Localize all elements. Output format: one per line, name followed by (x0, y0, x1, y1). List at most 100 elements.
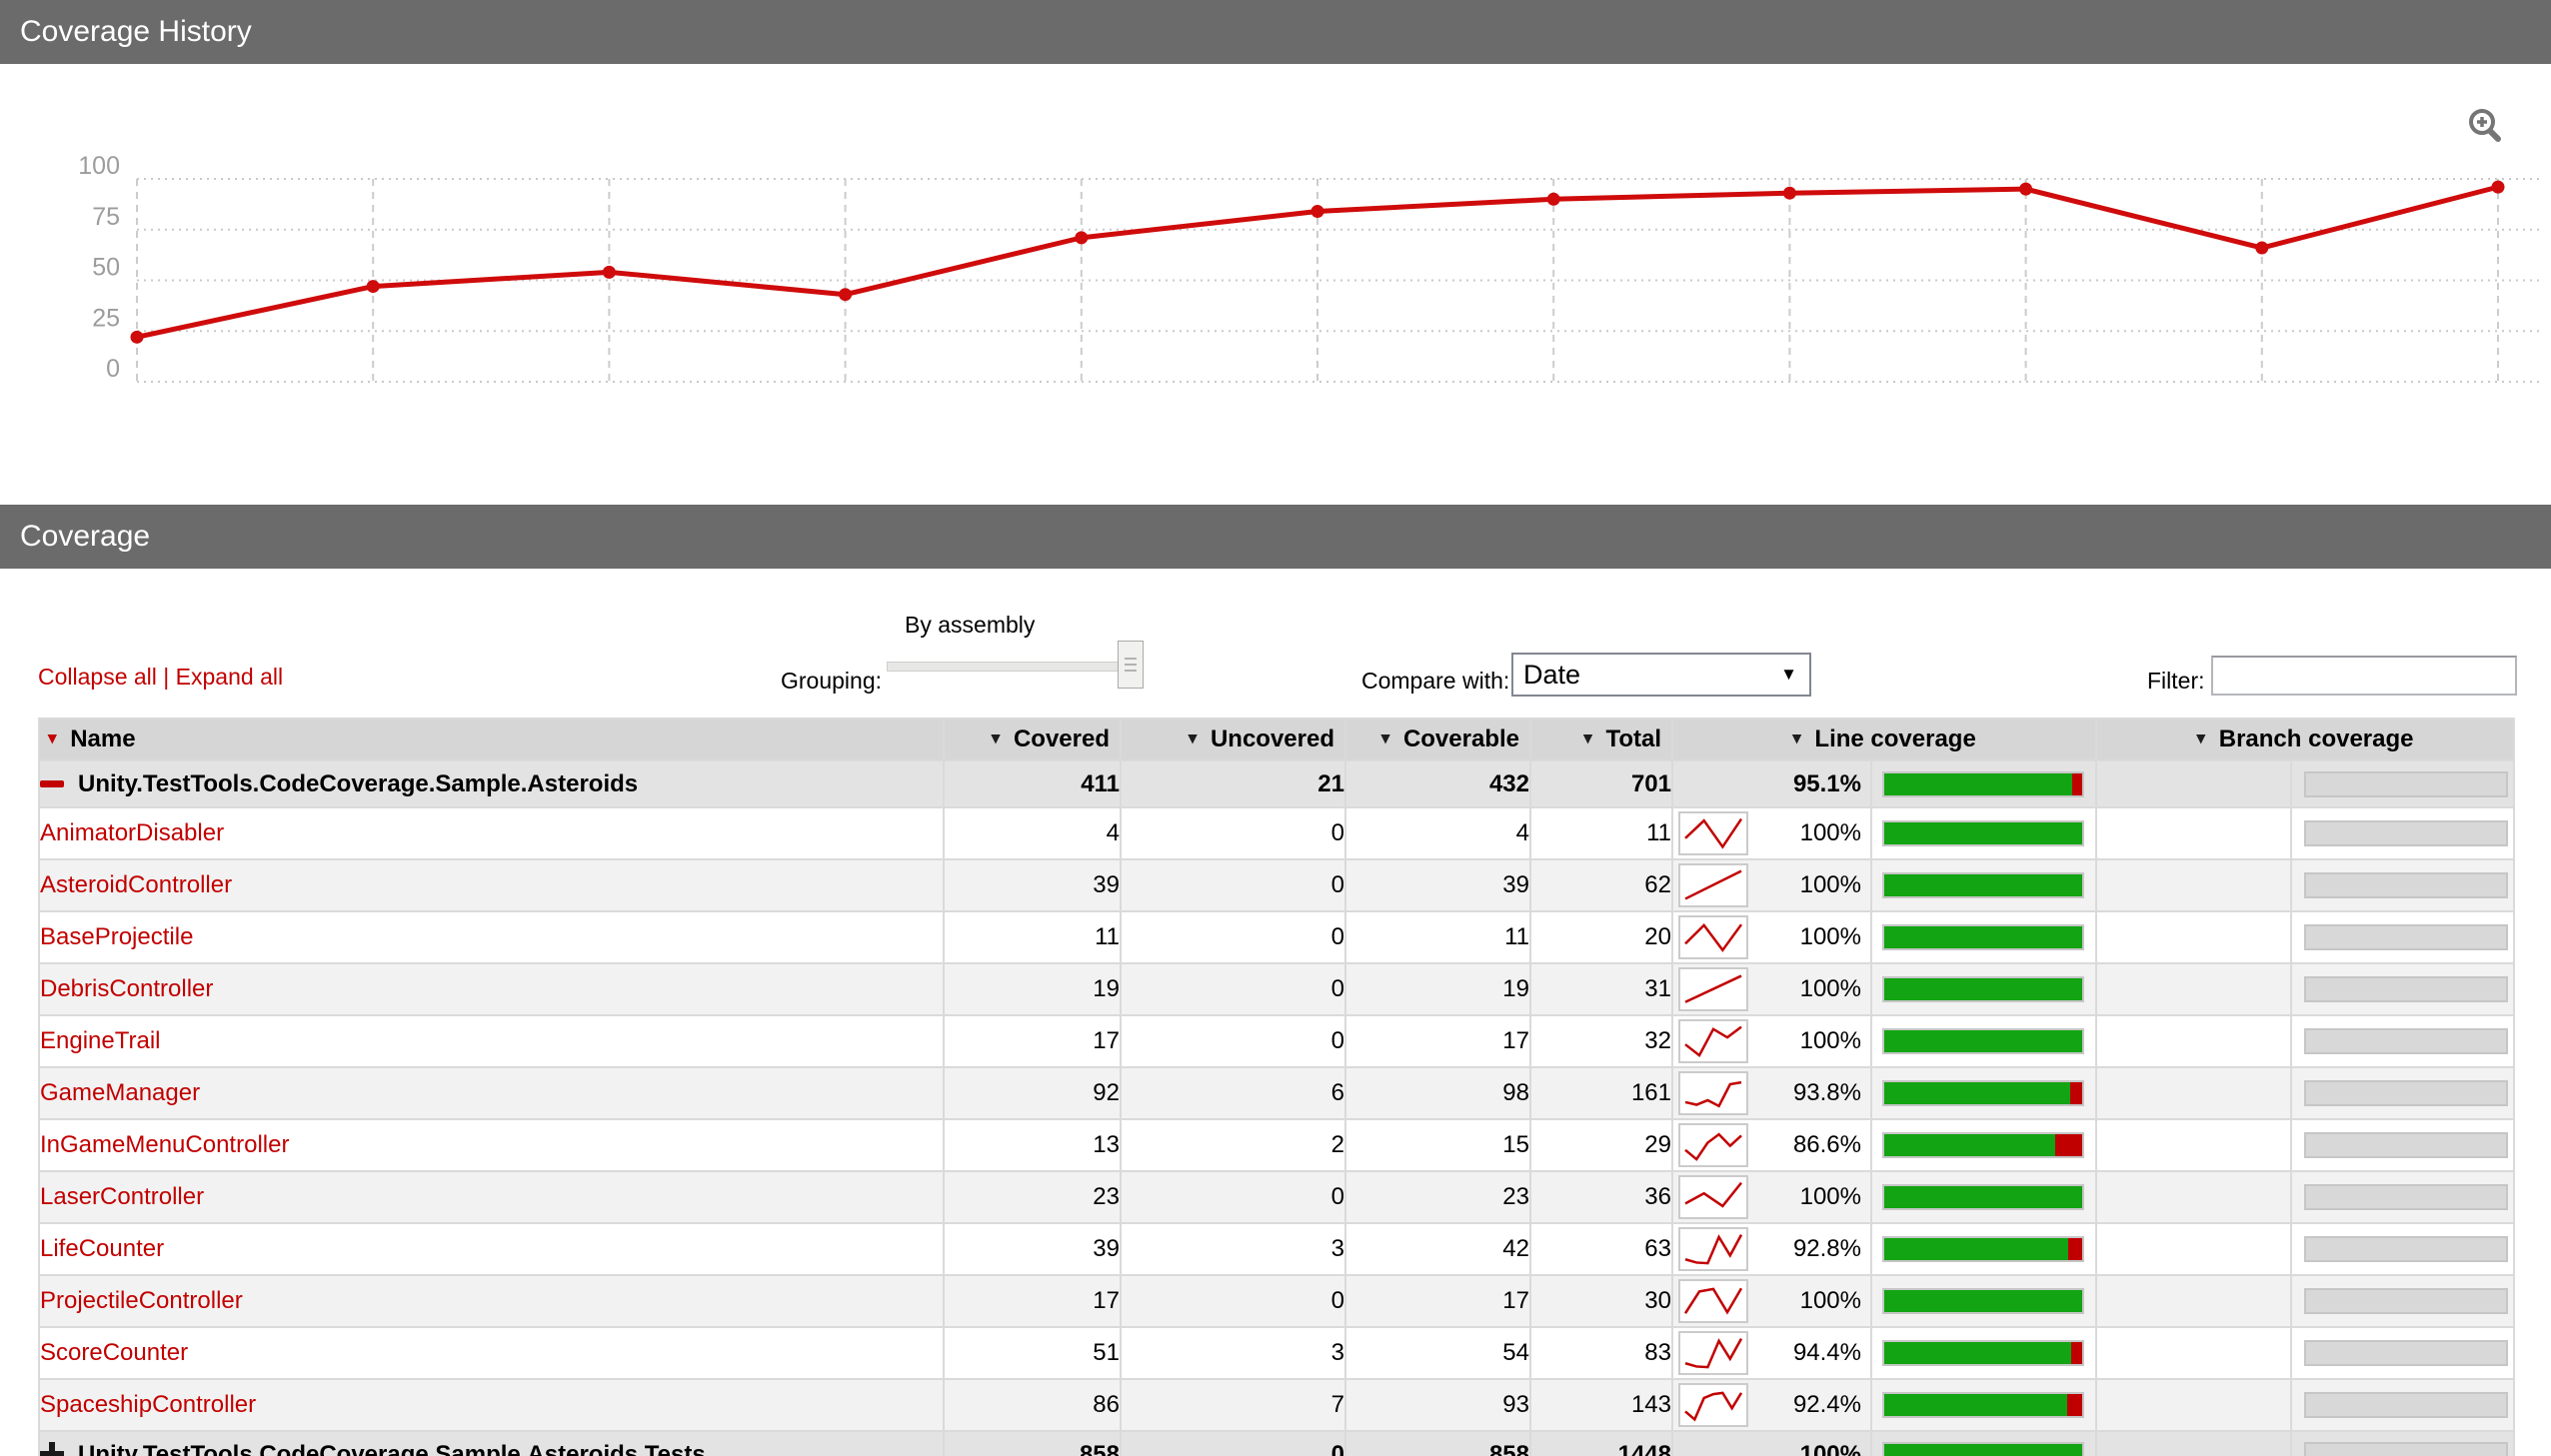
table-header-row: ▾ Name ▾ Covered ▾ Uncovered ▾ Coverable… (38, 718, 2516, 761)
chart-data-point[interactable] (1546, 192, 1560, 206)
sort-arrow-icon[interactable]: ▾ (1583, 728, 1592, 747)
coverage-history-sparkline[interactable] (1678, 1331, 1748, 1375)
sort-arrow-icon[interactable]: ▾ (48, 728, 57, 747)
grouping-slider-thumb[interactable] (1118, 641, 1144, 689)
sort-arrow-icon[interactable]: ▾ (1189, 728, 1198, 747)
sort-arrow-icon[interactable]: ▾ (1792, 728, 1801, 747)
coverage-history-sparkline[interactable] (1678, 1383, 1748, 1427)
line-coverage-percent: 100% (1799, 1440, 1861, 1456)
class-link[interactable]: AnimatorDisabler (41, 819, 224, 846)
class-link[interactable]: LifeCounter (41, 1235, 164, 1262)
branch-coverage-percent (2095, 1378, 2292, 1432)
column-header-line-coverage[interactable]: ▾ Line coverage (1671, 718, 2097, 761)
table-row: LifeCounter 39 3 42 63 92.8% (38, 1222, 2516, 1276)
filter-input[interactable] (2211, 656, 2517, 696)
chart-data-point[interactable] (2255, 241, 2269, 255)
column-header-total[interactable]: ▾ Total (1529, 718, 1673, 761)
class-link[interactable]: LaserController (41, 1183, 204, 1210)
chart-data-point[interactable] (1782, 186, 1796, 200)
coverage-history-sparkline[interactable] (1678, 811, 1748, 855)
line-coverage-bar (1882, 820, 2084, 846)
total-value: 1448 (1529, 1430, 1673, 1456)
compare-with-label: Compare with: (1361, 668, 1510, 694)
chevron-down-icon: ▼ (1780, 665, 1797, 684)
collapse-all-link[interactable]: Collapse all (38, 664, 157, 690)
assembly-name: Unity.TestTools.CodeCoverage.Sample.Aste… (78, 1440, 706, 1456)
chart-data-point[interactable] (130, 330, 144, 344)
grouping-slider-track[interactable] (887, 662, 1141, 672)
y-axis-tick-label: 0 (106, 355, 120, 383)
column-header-uncovered[interactable]: ▾ Uncovered (1120, 718, 1346, 761)
class-link[interactable]: ProjectileController (41, 1287, 243, 1314)
coverage-history-sparkline[interactable] (1678, 915, 1748, 959)
uncovered-value: 3 (1120, 1326, 1346, 1380)
chart-data-point[interactable] (602, 265, 616, 279)
coverable-value: 17 (1344, 1014, 1531, 1068)
coverage-history-sparkline[interactable] (1678, 1123, 1748, 1167)
line-coverage-percent: 100% (1799, 819, 1861, 846)
total-value: 83 (1529, 1326, 1673, 1380)
line-coverage-percent: 100% (1799, 1027, 1861, 1054)
sort-arrow-icon[interactable]: ▾ (2197, 728, 2206, 747)
line-coverage-bar (1882, 770, 2084, 797)
chart-data-point[interactable] (839, 288, 853, 302)
class-link[interactable]: InGameMenuController (41, 1131, 289, 1158)
column-header-covered[interactable]: ▾ Covered (943, 718, 1122, 761)
line-coverage-bar (1882, 976, 2084, 1002)
chart-data-point[interactable] (2019, 182, 2033, 196)
class-link[interactable]: ScoreCounter (41, 1339, 188, 1366)
covered-value: 51 (943, 1326, 1122, 1380)
total-value: 701 (1529, 759, 1673, 808)
uncovered-value: 0 (1120, 962, 1346, 1016)
total-value: 20 (1529, 910, 1673, 964)
coverage-report-page: Coverage History 100 75 50 25 0 Coverage Col… (0, 0, 2551, 1456)
column-header-branch-coverage[interactable]: ▾ Branch coverage (2094, 718, 2516, 761)
filter-label: Filter: (2147, 668, 2205, 694)
class-link[interactable]: BaseProjectile (41, 923, 193, 950)
branch-coverage-percent (2095, 1170, 2292, 1224)
class-link[interactable]: AsteroidController (41, 871, 232, 898)
chart-data-point[interactable] (366, 280, 380, 294)
total-value: 31 (1529, 962, 1673, 1016)
line-coverage-bar (1882, 872, 2084, 898)
coverable-value: 19 (1344, 962, 1531, 1016)
class-link[interactable]: SpaceshipController (41, 1391, 256, 1418)
class-link[interactable]: EngineTrail (41, 1027, 161, 1054)
chart-data-point[interactable] (1310, 204, 1324, 218)
covered-value: 411 (943, 759, 1122, 808)
coverage-history-sparkline[interactable] (1678, 967, 1748, 1011)
expand-group-icon[interactable] (41, 1441, 64, 1456)
compare-with-select[interactable]: Date ▼ (1511, 653, 1811, 697)
class-link[interactable]: DebrisController (41, 975, 213, 1002)
coverage-history-sparkline[interactable] (1678, 863, 1748, 907)
grouping-value-label: By assembly (905, 612, 1036, 638)
branch-coverage-bar (2304, 976, 2508, 1002)
compare-with-value: Date (1523, 659, 1581, 690)
coverage-history-sparkline[interactable] (1678, 1071, 1748, 1115)
sort-arrow-icon[interactable]: ▾ (992, 728, 1001, 747)
uncovered-value: 3 (1120, 1222, 1346, 1276)
branch-coverage-bar (2304, 1340, 2508, 1366)
branch-coverage-bar (2304, 1028, 2508, 1054)
chart-data-point[interactable] (2491, 180, 2505, 194)
covered-value: 86 (943, 1378, 1122, 1432)
column-header-name[interactable]: ▾ Name (38, 718, 945, 761)
chart-zoom-in-icon[interactable] (2465, 106, 2505, 146)
coverage-history-sparkline[interactable] (1678, 1175, 1748, 1219)
covered-value: 39 (943, 858, 1122, 912)
coverage-history-sparkline[interactable] (1678, 1279, 1748, 1323)
branch-coverage-bar (2304, 924, 2508, 950)
chart-data-point[interactable] (1075, 231, 1089, 245)
line-coverage-bar (1882, 1441, 2084, 1456)
expand-all-link[interactable]: Expand all (176, 664, 283, 690)
covered-value: 4 (943, 806, 1122, 860)
coverage-history-sparkline[interactable] (1678, 1019, 1748, 1063)
coverage-history-title: Coverage History (20, 15, 252, 48)
coverage-history-sparkline[interactable] (1678, 1227, 1748, 1271)
collapse-group-icon[interactable] (41, 779, 64, 787)
sort-arrow-icon[interactable]: ▾ (1381, 728, 1390, 747)
coverable-value: 23 (1344, 1170, 1531, 1224)
column-header-coverable[interactable]: ▾ Coverable (1344, 718, 1531, 761)
branch-coverage-bar (2304, 1288, 2508, 1314)
class-link[interactable]: GameManager (41, 1079, 200, 1106)
